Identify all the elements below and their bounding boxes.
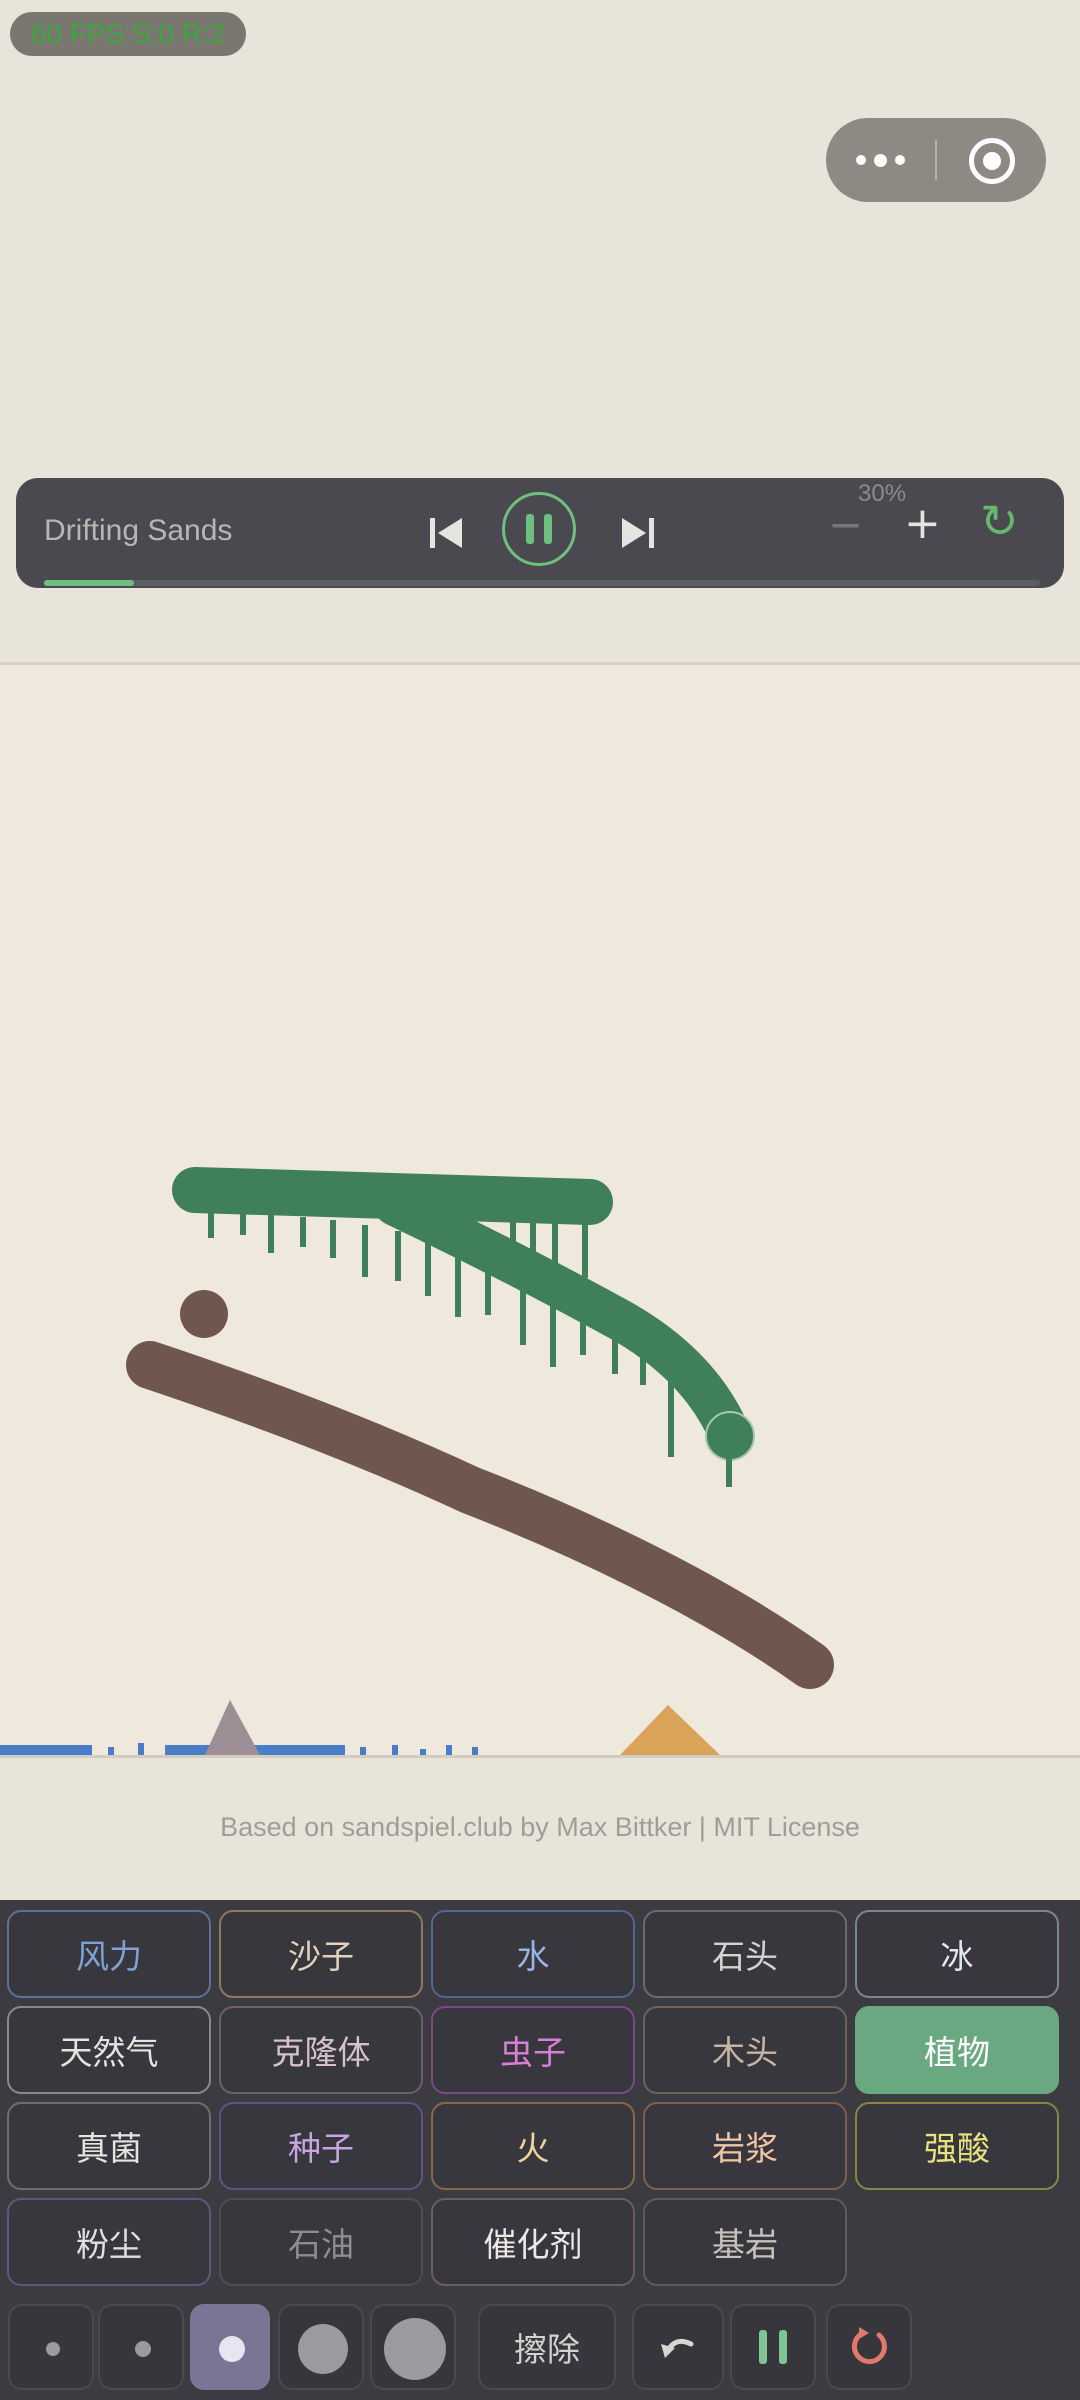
element-grid: 风力 沙子水石头冰天然气 克隆体 虫子 木头 植物真菌 种子火岩浆 强酸粉尘 石油 催化剂 基岩 (7, 1910, 1073, 2286)
brush-dot-icon (46, 2342, 60, 2356)
element-button[interactable]: 石头 (643, 1910, 847, 1998)
element-button[interactable]: 催化剂 (431, 2198, 635, 2286)
progress-fill (44, 580, 134, 586)
track-title: Drifting Sands (44, 514, 233, 547)
element-button[interactable]: 石油 (219, 2198, 423, 2286)
brush-dot-icon (384, 2318, 446, 2380)
brush-size-large[interactable] (278, 2304, 364, 2390)
minus-icon[interactable]: − (828, 500, 863, 549)
soil-blob (180, 1290, 228, 1338)
sand-canvas[interactable] (0, 665, 1080, 1755)
canvas-bottom-border (0, 1755, 1080, 1758)
speed-label: 30% (858, 480, 907, 507)
sand-pile (620, 1705, 720, 1755)
refresh-icon[interactable]: ↻ (980, 494, 1019, 548)
brush-size-tiny[interactable] (8, 2304, 94, 2390)
brush-dot-icon (219, 2336, 245, 2362)
pause-button[interactable] (502, 492, 576, 566)
element-button[interactable]: 天然气 (7, 2006, 211, 2094)
plus-icon[interactable]: + (904, 498, 941, 549)
reset-button[interactable] (826, 2304, 912, 2390)
credit-text: Based on sandspiel.club by Max Bittker |… (220, 1812, 860, 1842)
element-button[interactable]: 真菌 (7, 2102, 211, 2190)
skip-next-icon[interactable] (614, 510, 660, 556)
element-button[interactable]: 强酸 (855, 2102, 1059, 2190)
brush-dot-icon (135, 2341, 151, 2357)
element-button[interactable]: 克隆体 (219, 2006, 423, 2094)
more-dots-icon[interactable] (826, 118, 934, 202)
water-line (0, 1745, 92, 1755)
undo-icon (661, 2338, 694, 2358)
erase-button[interactable]: 擦除 (478, 2304, 616, 2390)
element-button[interactable]: 植物 (855, 2006, 1059, 2094)
brush-size-small[interactable] (98, 2304, 184, 2390)
music-player-bar: Drifting Sands 30% − + ↻ (16, 478, 1064, 588)
progress-track[interactable] (44, 580, 1040, 586)
reset-icon (851, 2327, 887, 2364)
element-button[interactable]: 冰 (855, 1910, 1059, 1998)
simulation-drawing (0, 1167, 834, 1755)
skip-previous-icon[interactable] (424, 510, 470, 556)
fps-counter: 60 FPS S:0 R:2 (10, 12, 246, 56)
element-button[interactable]: 木头 (643, 2006, 847, 2094)
pause-icon (759, 2330, 767, 2364)
mini-program-capsule (826, 118, 1046, 202)
element-button[interactable]: 风力 (7, 1910, 211, 1998)
bottom-toolbar: 擦除 (0, 2300, 1080, 2394)
element-button[interactable]: 火 (431, 2102, 635, 2190)
element-button[interactable]: 沙子 (219, 1910, 423, 1998)
brush-size-medium[interactable] (190, 2304, 270, 2390)
wood-spike (205, 1700, 260, 1755)
element-button[interactable]: 岩浆 (643, 2102, 847, 2190)
element-button[interactable]: 种子 (219, 2102, 423, 2190)
pause-icon (526, 514, 534, 544)
element-button[interactable]: 水 (431, 1910, 635, 1998)
simulation-pause-button[interactable] (730, 2304, 816, 2390)
plant-stroke-diagonal (374, 1184, 751, 1456)
record-target-icon[interactable] (969, 138, 1015, 184)
element-button[interactable]: 粉尘 (7, 2198, 211, 2286)
undo-button[interactable] (632, 2304, 724, 2390)
brush-size-xlarge[interactable] (370, 2304, 456, 2390)
element-button[interactable]: 基岩 (643, 2198, 847, 2286)
element-button[interactable]: 虫子 (431, 2006, 635, 2094)
capsule-divider (935, 140, 937, 180)
brush-dot-icon (298, 2324, 348, 2374)
